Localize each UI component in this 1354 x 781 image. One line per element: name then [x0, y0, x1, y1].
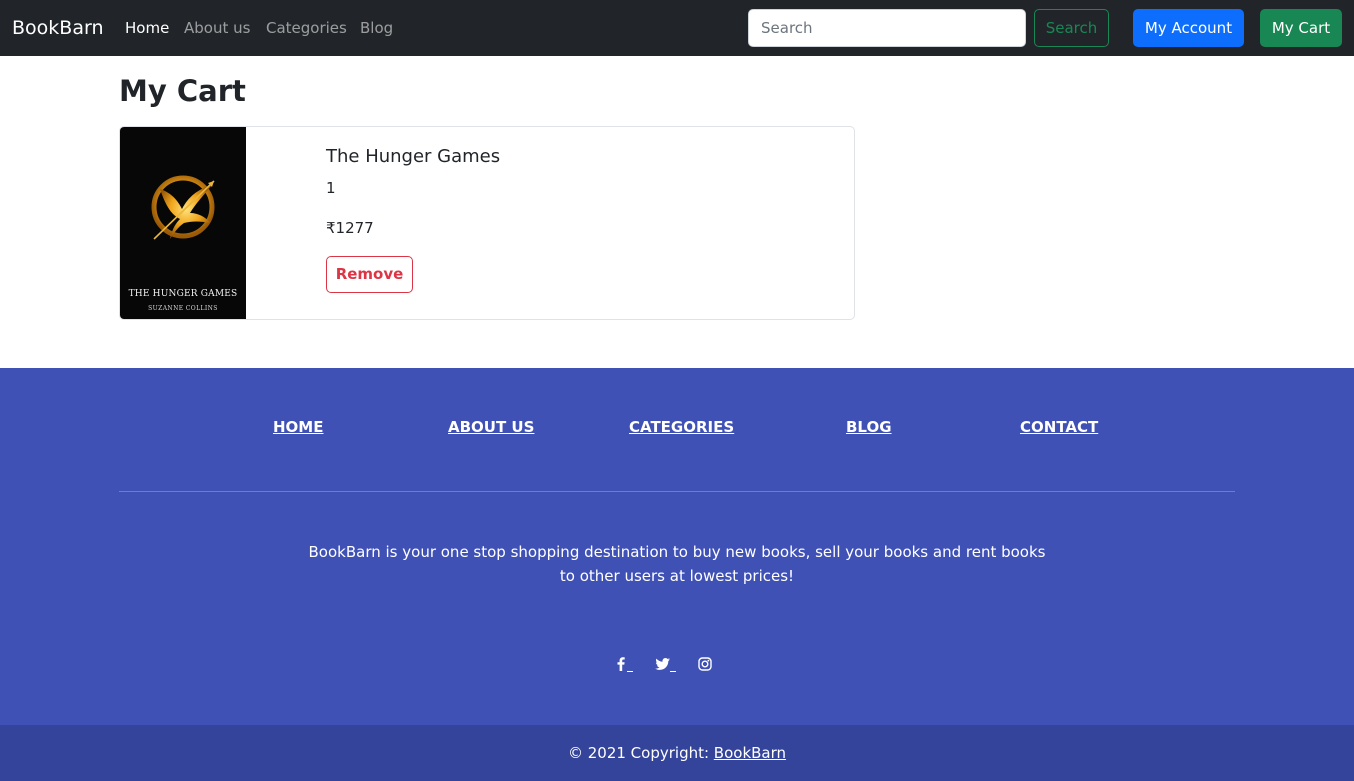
nav-link-blog[interactable]: Blog: [360, 18, 393, 38]
search-button[interactable]: Search: [1034, 9, 1109, 47]
search-input[interactable]: [748, 9, 1026, 47]
twitter-icon[interactable]: [654, 656, 676, 672]
footer-link-about-us[interactable]: ABOUT US: [448, 417, 534, 437]
cart-item-quantity: 1: [326, 179, 336, 197]
footer-divider: [119, 491, 1235, 492]
footer: HOME ABOUT US CATEGORIES BLOG CONTACT Bo…: [0, 368, 1354, 725]
cart-item-title: The Hunger Games: [326, 146, 501, 167]
cover-title-text: THE HUNGER GAMES: [128, 289, 238, 299]
footer-link-categories[interactable]: CATEGORIES: [629, 417, 734, 437]
page-title: My Cart: [119, 74, 246, 108]
my-cart-button[interactable]: My Cart: [1260, 9, 1342, 47]
footer-link-blog[interactable]: BLOG: [846, 417, 892, 437]
copyright-bar: © 2021 Copyright: BookBarn: [0, 725, 1354, 781]
footer-description: BookBarn is your one stop shopping desti…: [308, 543, 1046, 585]
facebook-icon[interactable]: [614, 656, 634, 672]
copyright-text: © 2021 Copyright:: [567, 744, 714, 762]
cart-item-card: THE HUNGER GAMES SUZANNE COLLINS The Hun…: [119, 126, 855, 320]
footer-link-contact[interactable]: CONTACT: [1020, 417, 1098, 437]
navbar: BookBarn Home About us Categories Blog S…: [0, 0, 1354, 56]
nav-link-home[interactable]: Home: [125, 18, 169, 38]
instagram-icon[interactable]: [697, 656, 717, 672]
cover-author-text: SUZANNE COLLINS: [148, 305, 218, 312]
brand-logo[interactable]: BookBarn: [12, 15, 103, 41]
footer-link-home[interactable]: HOME: [273, 417, 323, 437]
book-cover-image[interactable]: THE HUNGER GAMES SUZANNE COLLINS: [120, 127, 246, 319]
remove-button[interactable]: Remove: [326, 256, 413, 293]
my-account-button[interactable]: My Account: [1133, 9, 1244, 47]
copyright-brand-link[interactable]: BookBarn: [714, 744, 786, 762]
nav-link-about-us[interactable]: About us: [184, 18, 250, 38]
nav-link-categories[interactable]: Categories: [266, 18, 347, 38]
cart-item-price: ₹1277: [326, 219, 374, 237]
